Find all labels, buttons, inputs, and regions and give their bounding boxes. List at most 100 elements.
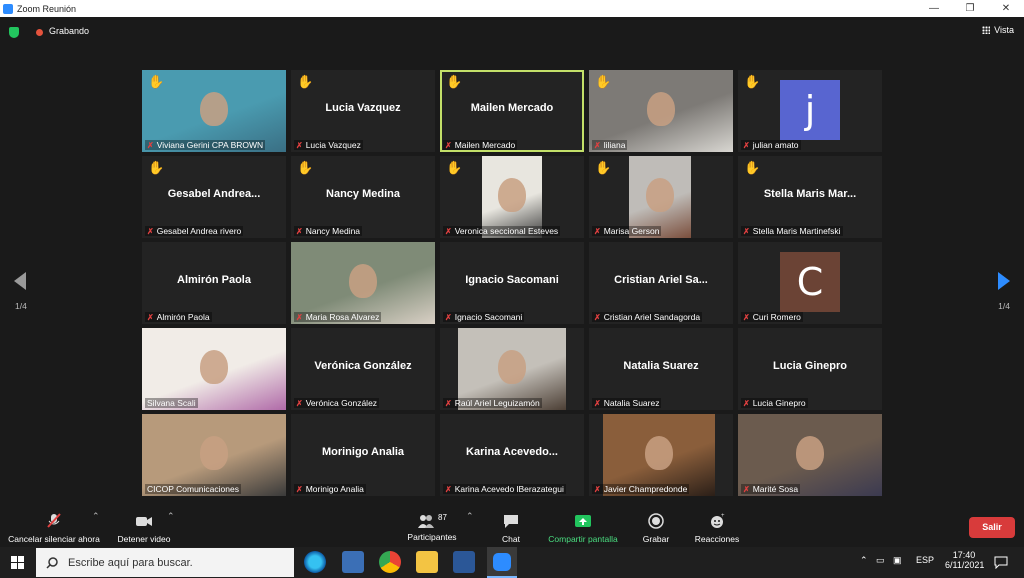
participant-tile[interactable]: Lucia Ginepro ✗ Lucia Ginepro — [738, 328, 882, 410]
participant-name: Viviana Gerini CPA BROWN — [156, 140, 264, 150]
chrome-icon[interactable] — [379, 551, 401, 573]
video-options-caret-icon[interactable]: ⌃ — [167, 511, 175, 522]
mic-muted-icon: ✗ — [445, 312, 452, 322]
participant-name-label: ✗ Karina Acevedo lBerazategui — [443, 484, 566, 494]
participant-silhouette — [498, 178, 526, 212]
participant-tile[interactable]: Silvana Scali — [142, 328, 286, 410]
participant-tile[interactable]: Gesabel Andrea... ✋ ✗ Gesabel Andrea rivero — [142, 156, 286, 238]
participant-tile[interactable]: Stella Maris Mar... ✋ ✗ Stella Maris Martin… — [738, 156, 882, 238]
participant-tile[interactable]: Lucia Vazquez ✋ ✗ Lucia Vazquez — [291, 70, 435, 152]
participant-tile[interactable]: Natalia Suarez ✗ Natalia Suarez — [589, 328, 733, 410]
participant-name: Javier Champredonde — [603, 484, 688, 494]
view-button[interactable]: Vista — [982, 25, 1014, 35]
participant-display-name: Cristian Ariel Sa... — [614, 274, 708, 286]
previous-page-arrow-icon[interactable] — [14, 272, 26, 290]
battery-icon[interactable]: ▭ — [876, 555, 885, 566]
participant-name: Nancy Medina — [305, 226, 361, 236]
participant-name-label: ✗ julian amato — [741, 140, 801, 150]
participant-tile[interactable]: CICOP Comunicaciones — [142, 414, 286, 496]
network-icon[interactable]: ▣ — [893, 555, 902, 566]
zoom-icon — [493, 553, 511, 571]
mic-muted-icon: ✗ — [296, 312, 303, 322]
participant-tile[interactable]: Mailen Mercado ✋ ✗ Mailen Mercado — [440, 70, 584, 152]
raised-hand-icon: ✋ — [446, 74, 463, 89]
mic-muted-icon: ✗ — [743, 312, 750, 322]
participant-tile[interactable]: ✋ ✗ Veronica seccional Esteves — [440, 156, 584, 238]
participants-button[interactable]: 87 Participantes — [400, 513, 464, 542]
mic-muted-icon: ✗ — [594, 484, 601, 494]
share-screen-button[interactable]: Compartir pantalla — [544, 513, 622, 544]
security-shield-icon[interactable] — [9, 27, 19, 38]
audio-options-caret-icon[interactable]: ⌃ — [92, 511, 100, 522]
participant-tile[interactable]: Verónica González ✗ Verónica González — [291, 328, 435, 410]
participant-silhouette — [200, 92, 228, 126]
gallery-view: ✋ ✗ Viviana Gerini CPA BROWN Lucia Vazquez ✋… — [0, 47, 1024, 507]
participant-avatar: j — [780, 80, 840, 140]
participant-name-label: ✗ Stella Maris Martinefski — [741, 226, 843, 236]
participant-name-label: ✗ Lucia Ginepro — [741, 398, 808, 408]
participant-name-label: ✗ Nancy Medina — [294, 226, 363, 236]
file-explorer-icon[interactable] — [416, 551, 438, 573]
edge-browser-icon[interactable] — [304, 551, 326, 573]
windows-start-icon[interactable] — [11, 556, 24, 569]
minimize-button[interactable]: — — [916, 0, 952, 17]
mic-muted-icon: ✗ — [594, 312, 601, 322]
participant-name-label: ✗ Marité Sosa — [741, 484, 801, 494]
participant-tile[interactable]: ✗ Maria Rosa Alvarez — [291, 242, 435, 324]
page-indicator-right: 1/4 — [998, 301, 1010, 311]
chat-button[interactable]: Chat — [496, 513, 526, 544]
participant-silhouette — [646, 178, 674, 212]
share-screen-label: Compartir pantalla — [548, 534, 618, 544]
reactions-label: Reacciones — [694, 534, 740, 544]
raised-hand-icon: ✋ — [595, 160, 612, 175]
raised-hand-icon: ✋ — [595, 74, 612, 89]
stop-video-button[interactable]: Detener video — [114, 513, 174, 544]
participant-name-label: ✗ Almirón Paola — [145, 312, 212, 322]
participant-tile[interactable]: ✗ Marité Sosa — [738, 414, 882, 496]
tray-overflow-icon[interactable]: ⌃ — [860, 555, 868, 566]
maximize-button[interactable]: ❐ — [952, 0, 988, 17]
next-page-arrow-icon[interactable] — [998, 272, 1010, 290]
participant-tile[interactable]: Almirón Paola ✗ Almirón Paola — [142, 242, 286, 324]
participant-tile[interactable]: ✋ ✗ Marisa Gerson — [589, 156, 733, 238]
participant-name: Veronica seccional Esteves — [454, 226, 559, 236]
participant-name: Karina Acevedo lBerazategui — [454, 484, 564, 494]
stop-video-label: Detener video — [117, 534, 171, 544]
participant-tile[interactable]: Cristian Ariel Sa... ✗ Cristian Ariel Sand… — [589, 242, 733, 324]
participant-tile[interactable]: ✋ ✗ Viviana Gerini CPA BROWN — [142, 70, 286, 152]
participant-tile[interactable]: ✋ ✗ liliana — [589, 70, 733, 152]
participant-tile[interactable]: Morinigo Analia ✗ Morinigo Analia — [291, 414, 435, 496]
raised-hand-icon: ✋ — [744, 160, 761, 175]
participant-tile[interactable]: Nancy Medina ✋ ✗ Nancy Medina — [291, 156, 435, 238]
record-label: Grabar — [642, 534, 670, 544]
leave-meeting-button[interactable]: Salir — [969, 517, 1015, 538]
mic-muted-icon: ✗ — [296, 484, 303, 494]
record-button[interactable]: Grabar — [641, 513, 671, 544]
participant-tile[interactable]: Karina Acevedo... ✗ Karina Acevedo lBeraza… — [440, 414, 584, 496]
participant-tile[interactable]: ✗ Raúl Ariel Leguizamón — [440, 328, 584, 410]
participant-name-label: ✗ Javier Champredonde — [592, 484, 690, 494]
language-indicator[interactable]: ESP — [916, 555, 934, 565]
participant-name: Cristian Ariel Sandagorda — [603, 312, 701, 322]
zoom-taskbar-button[interactable] — [487, 547, 517, 578]
participant-tile[interactable]: ✗ Javier Champredonde — [589, 414, 733, 496]
mic-muted-icon: ✗ — [296, 398, 303, 408]
participant-tile[interactable]: j ✋ ✗ julian amato — [738, 70, 882, 152]
mic-muted-icon: ✗ — [445, 140, 452, 150]
notifications-icon[interactable] — [994, 556, 1008, 569]
grid-view-icon — [982, 26, 991, 34]
participant-tile[interactable]: C ✗ Curi Romero — [738, 242, 882, 324]
participant-name-label: ✗ Verónica González — [294, 398, 380, 408]
app-icon[interactable] — [342, 551, 364, 573]
participants-caret-icon[interactable]: ⌃ — [466, 511, 474, 522]
participant-tile[interactable]: Ignacio Sacomani ✗ Ignacio Sacomani — [440, 242, 584, 324]
reactions-button[interactable]: + Reacciones — [692, 513, 742, 544]
participant-silhouette — [796, 436, 824, 470]
window-title: Zoom Reunión — [17, 3, 77, 14]
unmute-button[interactable]: Cancelar silenciar ahora — [6, 513, 102, 544]
word-icon[interactable] — [453, 551, 475, 573]
taskbar-search-box[interactable]: Escribe aquí para buscar. — [36, 548, 294, 577]
participant-silhouette — [200, 436, 228, 470]
close-button[interactable]: ✕ — [988, 0, 1024, 17]
clock[interactable]: 17:40 6/11/2021 — [945, 550, 984, 570]
